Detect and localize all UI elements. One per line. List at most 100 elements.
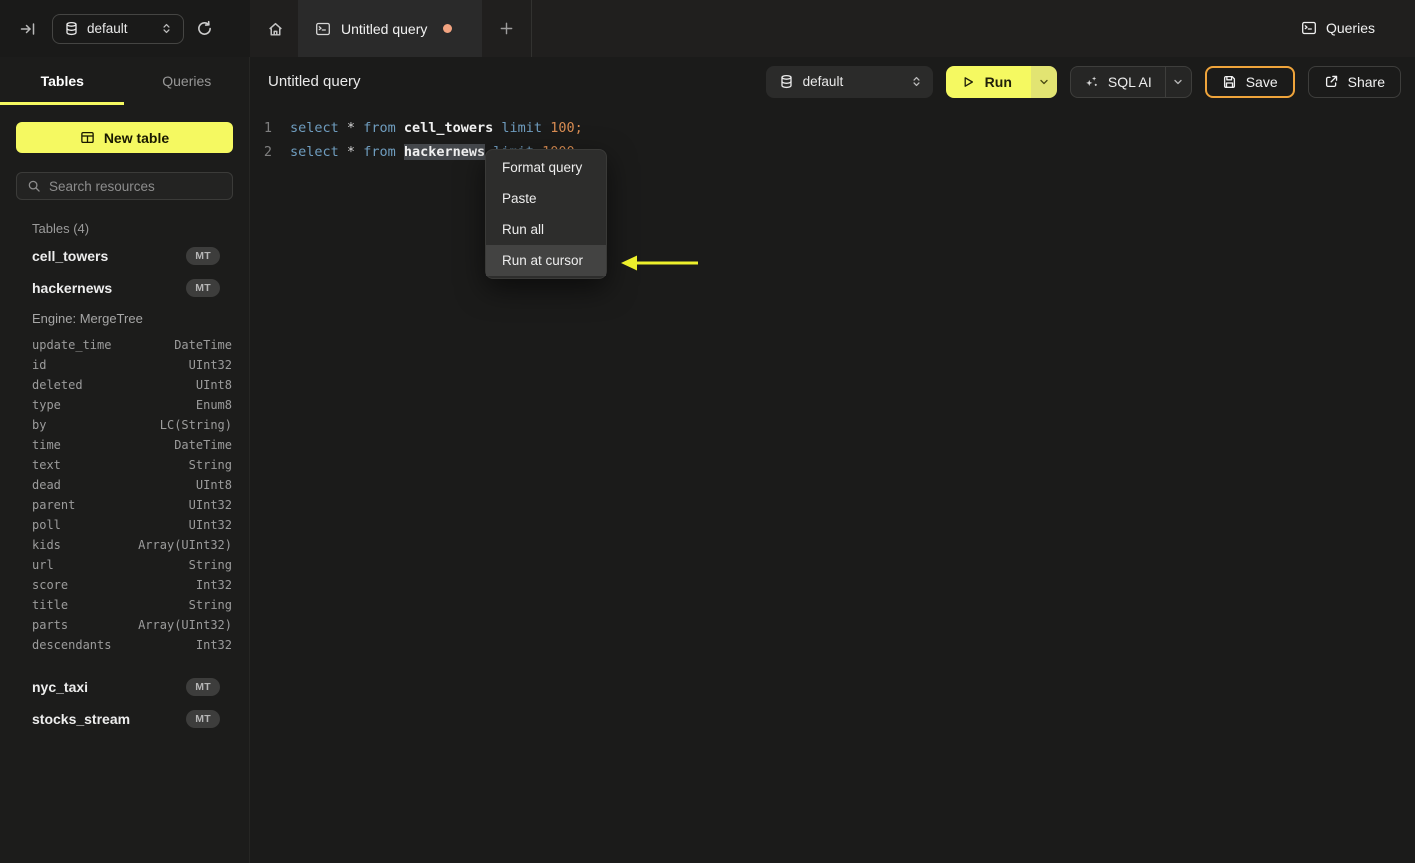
column-name: type (32, 398, 61, 412)
home-button[interactable] (258, 12, 292, 46)
column-name: text (32, 458, 61, 472)
new-table-button-label: New table (103, 129, 170, 146)
run-button-group: Run (945, 65, 1057, 98)
context-menu-item-paste[interactable]: Paste (486, 183, 606, 214)
new-table-button[interactable]: New table (16, 122, 233, 153)
share-icon (1324, 74, 1339, 89)
code-content: select * from cell_towers limit 100; (290, 120, 583, 136)
tab-label: Untitled query (341, 20, 428, 37)
column-type: UInt8 (195, 478, 232, 492)
database-selector[interactable]: default (52, 13, 184, 44)
save-icon (1222, 74, 1237, 89)
column-name: parts (32, 618, 69, 632)
columns-list-hackernews: update_time DateTime id UInt32 deleted U… (0, 335, 249, 655)
code-line[interactable]: 1 select * from cell_towers limit 100; (250, 116, 1415, 140)
column-type: UInt32 (188, 498, 232, 512)
table-row-nyc_taxi[interactable]: nyc_taxi MT (0, 671, 249, 703)
table-column-row: update_time DateTime (0, 335, 249, 355)
column-name: deleted (32, 378, 83, 392)
new-tab-button[interactable] (489, 11, 523, 45)
collapse-sidebar-icon[interactable] (12, 13, 44, 45)
topbar: default Untitled query Queries (0, 0, 1415, 57)
context-menu-item-format-query[interactable]: Format query (486, 152, 606, 183)
table-column-row: deleted UInt8 (0, 375, 249, 395)
table-name: stocks_stream (32, 711, 131, 727)
column-name: kids (32, 538, 61, 552)
table-row-hackernews[interactable]: hackernews MT (0, 272, 249, 304)
column-type: DateTime (174, 338, 232, 352)
table-column-row: url String (0, 555, 249, 575)
context-menu-item-run-all[interactable]: Run all (486, 214, 606, 245)
queries-button[interactable]: Queries (1301, 13, 1375, 43)
share-button[interactable]: Share (1307, 65, 1401, 98)
tables-list: cell_towers MT hackernews MT Engine: Mer… (0, 240, 249, 735)
queries-button-label: Queries (1325, 20, 1375, 36)
column-name: score (32, 578, 69, 592)
table-row-cell_towers[interactable]: cell_towers MT (0, 240, 249, 272)
column-type: Array(UInt32) (138, 618, 232, 632)
chevron-down-icon (1172, 76, 1184, 88)
table-column-row: kids Array(UInt32) (0, 535, 249, 555)
column-type: UInt32 (188, 518, 232, 532)
column-type: Int32 (195, 578, 232, 592)
code-line[interactable]: 2 select * from hackernews limit 1000 (250, 140, 1415, 164)
save-button[interactable]: Save (1204, 65, 1295, 98)
run-button[interactable]: Run (945, 65, 1031, 98)
sql-editor[interactable]: 1 select * from cell_towers limit 100; 2… (250, 106, 1415, 164)
code-token: select (290, 120, 339, 136)
topbar-left-section: default (0, 0, 250, 57)
column-type: String (188, 458, 232, 472)
sidebar-tab-queries[interactable]: Queries (125, 57, 250, 105)
column-name: poll (32, 518, 61, 532)
sidebar-tabs: Tables Queries (0, 57, 249, 105)
refresh-icon[interactable] (188, 13, 220, 45)
context-menu-item-run-at-cursor[interactable]: Run at cursor (486, 245, 606, 276)
line-number: 1 (263, 120, 272, 136)
column-type: UInt8 (195, 378, 232, 392)
table-row-stocks_stream[interactable]: stocks_stream MT (0, 703, 249, 735)
sidebar-tab-tables[interactable]: Tables (0, 57, 125, 105)
table-column-row: dead UInt8 (0, 475, 249, 495)
code-token: hackernews (403, 144, 486, 160)
column-name: by (32, 418, 47, 432)
table-name: hackernews (32, 280, 113, 296)
table-column-row: poll UInt32 (0, 515, 249, 535)
code-token: * (346, 144, 356, 160)
search-box[interactable] (16, 172, 233, 200)
sidebar-tab-queries-label: Queries (162, 73, 212, 89)
code-token: select (290, 144, 339, 160)
table-column-row: id UInt32 (0, 355, 249, 375)
unsaved-changes-dot (443, 24, 453, 33)
code-token: from (363, 120, 396, 136)
table-column-row: time DateTime (0, 435, 249, 455)
code-token: cell_towers (403, 120, 494, 136)
engine-badge: MT (186, 710, 220, 728)
table-name: cell_towers (32, 248, 109, 264)
column-name: update_time (32, 338, 112, 352)
database-selector-value: default (87, 21, 128, 36)
table-column-row: parent UInt32 (0, 495, 249, 515)
sql-ai-button[interactable]: SQL AI (1071, 74, 1165, 90)
search-icon (27, 179, 41, 193)
code-token: limit (501, 120, 543, 136)
toolbar-database-selector[interactable]: default (765, 65, 933, 98)
play-icon (961, 75, 975, 89)
save-button-label: Save (1245, 73, 1278, 90)
tab-untitled-query[interactable]: Untitled query (298, 0, 482, 57)
search-input[interactable] (49, 178, 222, 194)
column-type: String (188, 558, 232, 572)
editor-context-menu: Format query Paste Run all Run at cursor (485, 149, 607, 279)
column-type: UInt32 (188, 358, 232, 372)
code-token: from (363, 144, 396, 160)
table-column-row: parts Array(UInt32) (0, 615, 249, 635)
table-column-row: text String (0, 455, 249, 475)
database-icon (64, 21, 79, 36)
code-token: * (346, 120, 356, 136)
table-column-row: score Int32 (0, 575, 249, 595)
sql-ai-options-button[interactable] (1166, 76, 1191, 88)
column-type: LC(String) (159, 418, 232, 432)
run-options-button[interactable] (1030, 65, 1057, 98)
